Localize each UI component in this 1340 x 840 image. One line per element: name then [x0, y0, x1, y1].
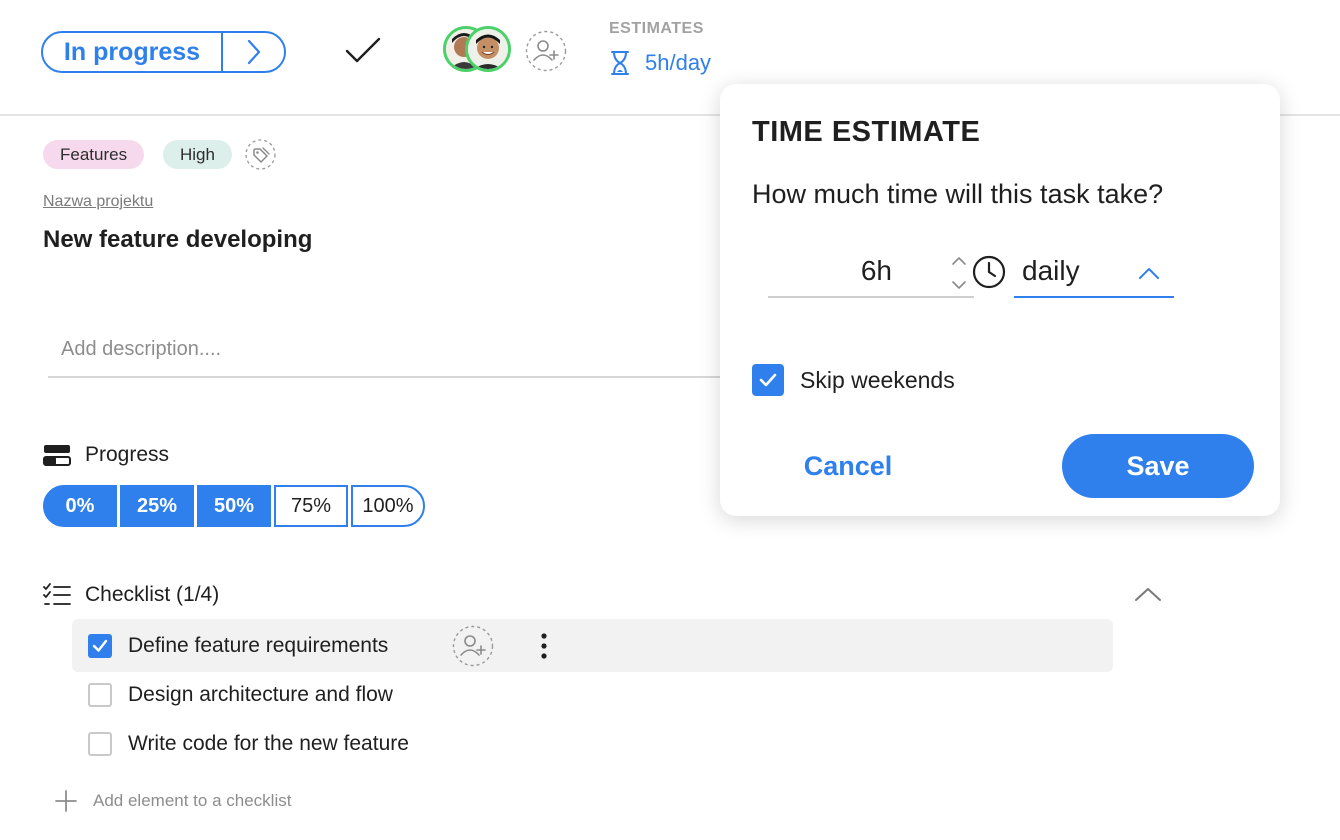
- list-item-text[interactable]: Write code for the new feature: [128, 732, 409, 756]
- period-select[interactable]: daily: [1014, 250, 1174, 298]
- add-checklist-item-label: Add element to a checklist: [93, 791, 292, 810]
- next-status-button[interactable]: [223, 33, 284, 71]
- list-item-text[interactable]: Design architecture and flow: [128, 683, 393, 707]
- skip-weekends-row[interactable]: Skip weekends: [752, 364, 955, 396]
- popover-question: How much time will this task take?: [752, 179, 1164, 209]
- tag-high[interactable]: High: [163, 140, 232, 169]
- progress-option-0[interactable]: 0%: [43, 485, 117, 527]
- popover-title: TIME ESTIMATE: [752, 116, 981, 148]
- progress-icon: [43, 445, 71, 466]
- assignees[interactable]: [443, 26, 515, 74]
- more-vertical-icon[interactable]: [534, 633, 554, 659]
- hourglass-icon: [611, 51, 629, 75]
- add-checklist-item-button[interactable]: Add element to a checklist: [55, 790, 291, 812]
- progress-option-50[interactable]: 50%: [197, 485, 271, 527]
- checklist-icon: [43, 583, 71, 605]
- time-estimate-popover: TIME ESTIMATE How much time will this ta…: [720, 84, 1280, 516]
- checkbox-unchecked[interactable]: [88, 731, 112, 756]
- status-label: In progress: [63, 38, 201, 66]
- status-button[interactable]: In progress: [41, 31, 286, 73]
- hours-stepper[interactable]: [950, 254, 968, 292]
- checklist-header: Checklist (1/4): [43, 583, 219, 607]
- save-button[interactable]: Save: [1062, 434, 1254, 498]
- checkbox-unchecked[interactable]: [88, 682, 112, 707]
- list-item[interactable]: Define feature requirements: [72, 619, 1113, 672]
- task-title[interactable]: New feature developing: [43, 226, 312, 254]
- chevron-right-icon: [247, 39, 260, 65]
- progress-selector[interactable]: 0% 25% 50% 75% 100%: [43, 485, 425, 527]
- checkbox-checked[interactable]: [88, 633, 112, 658]
- project-link[interactable]: Nazwa projektu: [43, 193, 153, 211]
- list-item[interactable]: Write code for the new feature: [72, 717, 1113, 770]
- assign-user-icon[interactable]: [452, 625, 494, 667]
- chevron-up-icon[interactable]: [1134, 585, 1162, 603]
- avatar[interactable]: [465, 26, 511, 72]
- progress-option-75[interactable]: 75%: [274, 485, 348, 527]
- check-icon: [759, 373, 777, 387]
- estimates-label: ESTIMATES: [609, 20, 704, 37]
- estimate-button[interactable]: 5h/day: [609, 50, 711, 76]
- hours-value[interactable]: 6h: [861, 255, 892, 287]
- list-item[interactable]: Design architecture and flow: [72, 668, 1113, 721]
- description-input[interactable]: [48, 322, 728, 378]
- add-assignee-icon[interactable]: [525, 30, 567, 72]
- hours-input[interactable]: 6h: [768, 250, 1006, 298]
- check-icon: [92, 639, 108, 652]
- skip-weekends-checkbox[interactable]: [752, 364, 784, 396]
- cancel-button[interactable]: Cancel: [780, 436, 916, 496]
- tag-features[interactable]: Features: [43, 140, 145, 169]
- chevron-up-icon: [1139, 268, 1159, 279]
- estimate-value: 5h/day: [645, 50, 712, 75]
- plus-icon: [55, 790, 77, 812]
- progress-header: Progress: [43, 443, 169, 467]
- skip-weekends-label: Skip weekends: [800, 366, 955, 393]
- list-item-text[interactable]: Define feature requirements: [128, 634, 388, 658]
- checklist-label: Checklist (1/4): [85, 583, 220, 606]
- progress-option-100[interactable]: 100%: [351, 485, 425, 527]
- progress-label: Progress: [85, 443, 170, 466]
- complete-task-icon[interactable]: [344, 36, 382, 66]
- add-tag-icon[interactable]: [245, 139, 276, 170]
- period-value: daily: [1022, 255, 1080, 286]
- progress-option-25[interactable]: 25%: [120, 485, 194, 527]
- clock-icon[interactable]: [972, 255, 1006, 289]
